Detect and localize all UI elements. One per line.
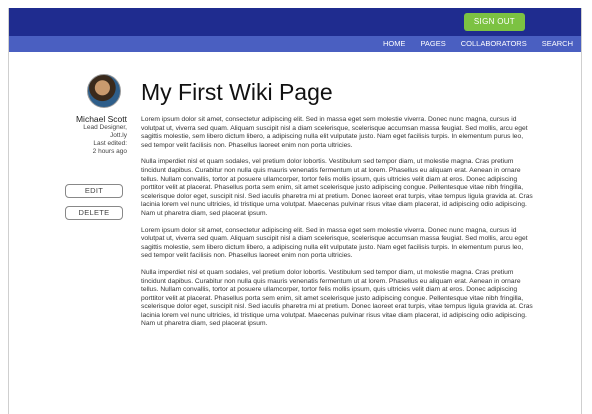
author-company: Jott.ly	[110, 132, 127, 139]
nav-bar: HOME PAGES COLLABORATORS SEARCH	[9, 36, 581, 52]
last-edited-time: 2 hours ago	[92, 148, 127, 155]
page-content: My First Wiki Page Lorem ipsum dolor sit…	[141, 52, 535, 329]
author-name: Michael Scott	[75, 114, 127, 124]
paragraph: Nulla imperdiet nisl et quam sodales, ve…	[141, 158, 533, 217]
author-info: Michael Scott Lead Designer, Jott.ly Las…	[9, 114, 127, 156]
page-title: My First Wiki Page	[141, 79, 333, 105]
avatar	[87, 74, 121, 108]
nav-item-home[interactable]: HOME	[383, 36, 406, 52]
sign-out-button[interactable]: SIGN OUT	[463, 13, 525, 31]
nav-item-search[interactable]: SEARCH	[542, 36, 573, 52]
nav-item-collaborators[interactable]: COLLABORATORS	[461, 36, 527, 52]
last-edited-label: Last edited:	[93, 140, 127, 147]
paragraph: Nulla imperdiet nisl et quam sodales, ve…	[141, 268, 533, 328]
nav-item-pages[interactable]: PAGES	[420, 36, 445, 52]
app-window: SIGN OUT HOME PAGES COLLABORATORS SEARCH…	[8, 8, 582, 414]
author-role: Lead Designer,	[83, 124, 127, 131]
paragraph: Lorem ipsum dolor sit amet, consectetur …	[141, 226, 528, 260]
delete-button[interactable]: DELETE	[65, 206, 123, 220]
paragraph: Lorem ipsum dolor sit amet, consectetur …	[141, 116, 528, 149]
top-bar: SIGN OUT	[9, 8, 581, 36]
edit-button[interactable]: EDIT	[65, 184, 123, 198]
